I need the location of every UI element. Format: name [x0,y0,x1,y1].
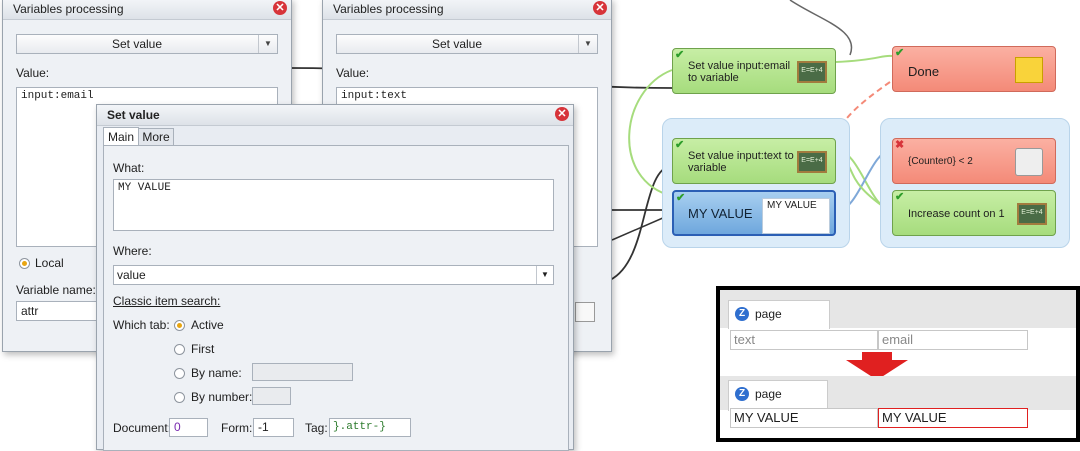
local-radio[interactable] [19,258,30,269]
tab-more-label: More [142,130,170,144]
before-field-email-value: email [882,332,914,347]
tag-value: }.attr-} [333,421,386,433]
cross-icon: ✖ [895,139,905,151]
action-select[interactable]: Set value ▼ [16,34,278,54]
switch-icon [1015,148,1043,176]
browser-tab-before[interactable]: Z page [728,300,830,329]
before-field-text[interactable]: text [730,330,878,350]
set-value-dialog: Set value ✕ Main More What: MY VALUE Whe… [96,104,574,451]
after-field-text-value: MY VALUE [734,410,799,425]
which-tab-label: Which tab: [113,318,170,332]
value-text: input:email [21,90,94,102]
classic-search-label: Classic item search: [113,294,221,308]
radio-by-name[interactable] [174,368,185,379]
document-value: 0 [174,420,181,434]
radio-by-number[interactable] [174,392,185,403]
where-label: Where: [113,244,152,258]
value-label: Value: [16,66,50,80]
node-my-value[interactable]: ✔ MY VALUE MY VALUE [672,190,836,236]
what-label: What: [113,161,145,175]
node-set-value-email[interactable]: ✔ Set value input:email to variable E=E+… [672,48,836,94]
radio-first-label: First [191,342,215,356]
node-preview: MY VALUE [762,198,830,234]
radio-active[interactable] [174,320,185,331]
dialog-titlebar: Set value [97,105,573,126]
what-value: MY VALUE [118,182,171,194]
node-label: Set value input:text to variable [688,150,794,174]
browser-tab-label: page [755,307,782,321]
after-field-email-value: MY VALUE [882,410,947,425]
before-field-text-value: text [734,332,755,347]
tab-main[interactable]: Main [103,127,139,146]
value-text: input:text [341,90,408,102]
close-icon[interactable]: ✕ [593,1,607,15]
chalkboard-icon: E=E+4 [797,151,827,173]
check-icon: ✔ [895,191,905,203]
check-icon: ✔ [676,192,686,204]
document-input[interactable]: 0 [169,418,208,437]
close-icon[interactable]: ✕ [555,107,569,121]
action-select-value: Set value [111,37,163,51]
node-increase-count[interactable]: ✔ Increase count on 1 E=E+4 [892,190,1056,236]
dialog-titlebar: Variables processing [3,0,291,20]
dialog-titlebar: Variables processing [323,0,611,20]
local-label: Local [35,256,64,270]
radio-by-number-label: By number: [191,390,253,404]
close-icon[interactable]: ✕ [273,1,287,15]
before-field-email[interactable]: email [878,330,1028,350]
browser-tab-label: page [755,387,782,401]
radio-first[interactable] [174,344,185,355]
browser-logo-icon: Z [735,387,749,401]
tag-label: Tag: [305,421,328,435]
varname-value: attr [21,304,39,318]
action-select[interactable]: Set value ▼ [336,34,598,54]
varname-input[interactable]: attr [16,301,102,321]
tab-main-label: Main [107,130,134,144]
varname-label: Variable name: [16,283,96,297]
check-icon: ✔ [675,139,685,151]
where-select[interactable]: value ▼ [113,265,554,285]
form-value: -1 [258,420,269,434]
action-select-value: Set value [431,37,483,51]
form-label: Form: [221,421,253,435]
what-textarea[interactable]: MY VALUE [113,179,554,231]
node-label: Increase count on 1 [908,208,1005,220]
sticky-note-icon [1015,57,1043,83]
chevron-down-icon: ▼ [258,35,277,53]
node-label: {Counter0} < 2 [908,156,973,167]
document-label: Document: [113,421,172,435]
chalkboard-icon: E=E+4 [1017,203,1047,225]
radio-active-label: Active [191,318,224,332]
chalkboard-icon: E=E+4 [797,61,827,83]
check-icon: ✔ [675,49,685,61]
radio-by-name-label: By name: [191,366,242,380]
node-done[interactable]: ✔ Done [892,46,1056,92]
node-counter-condition[interactable]: ✖ {Counter0} < 2 [892,138,1056,184]
node-label: Done [908,64,940,79]
value-label: Value: [336,66,370,80]
form-input[interactable]: -1 [253,418,294,437]
where-value: value [117,268,146,282]
by-number-input[interactable] [252,387,291,405]
copy-icon[interactable] [575,302,595,322]
browser-preview: Z page text email Z page MY VALUE MY VAL… [716,286,1080,442]
chevron-down-icon: ▼ [536,266,553,284]
node-label: Set value input:email to variable [688,60,791,84]
tab-more[interactable]: More [138,128,174,146]
after-field-email[interactable]: MY VALUE [878,408,1028,428]
node-label: MY VALUE [688,206,753,221]
node-set-value-text[interactable]: ✔ Set value input:text to variable E=E+4 [672,138,836,184]
by-name-input[interactable] [252,363,353,381]
browser-logo-icon: Z [735,307,749,321]
chevron-down-icon: ▼ [578,35,597,53]
browser-tab-after[interactable]: Z page [728,380,828,411]
tag-input[interactable]: }.attr-} [329,418,411,437]
check-icon: ✔ [895,47,905,59]
after-field-text[interactable]: MY VALUE [730,408,878,428]
